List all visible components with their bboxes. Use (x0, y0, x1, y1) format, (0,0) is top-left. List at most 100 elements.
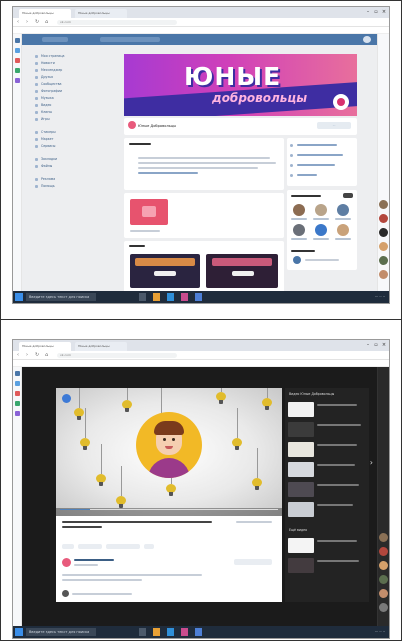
chat-avatar[interactable] (379, 256, 388, 265)
taskbar-app-icon[interactable] (167, 293, 174, 301)
menu-item[interactable]: Файлы (33, 163, 98, 170)
close-icon[interactable]: × (381, 9, 387, 15)
taskbar-app-icon[interactable] (181, 628, 188, 636)
member-avatar[interactable] (293, 224, 305, 236)
back-icon[interactable]: ‹ (17, 20, 22, 25)
sidebar-link[interactable] (297, 174, 317, 176)
more-button[interactable] (144, 544, 154, 549)
group-name[interactable]: Юные Добровольцы (138, 124, 176, 128)
browser-tab-2[interactable]: Юные добровольцы (75, 9, 127, 18)
folder-icon[interactable] (153, 293, 160, 301)
sidebar-video-thumb[interactable] (288, 502, 314, 517)
windows-start-icon[interactable] (15, 293, 23, 301)
sidepanel-icon[interactable] (15, 401, 20, 406)
like-button[interactable] (62, 544, 74, 549)
chat-avatar[interactable] (379, 603, 388, 612)
maximize-icon[interactable]: ▫ (373, 342, 379, 348)
url-field[interactable]: vk.com (57, 353, 177, 358)
chat-avatar[interactable] (379, 242, 388, 251)
comment-input[interactable] (72, 593, 132, 595)
url-field[interactable]: vk.com (57, 20, 177, 25)
menu-item[interactable]: Мессенджер (33, 67, 98, 74)
menu-item[interactable]: Клипы (33, 109, 98, 116)
taskbar-app-icon[interactable] (181, 293, 188, 301)
menu-item[interactable]: Фотографии (33, 88, 98, 95)
windows-start-icon[interactable] (15, 628, 23, 636)
video-player[interactable] (56, 388, 282, 516)
menu-item[interactable]: Игры (33, 116, 98, 123)
member-avatar[interactable] (315, 204, 327, 216)
minimize-icon[interactable]: – (365, 342, 371, 348)
sidebar-link[interactable] (297, 164, 335, 166)
menu-item[interactable]: Маркет (33, 136, 98, 143)
sidebar-video-thumb[interactable] (288, 462, 314, 477)
menu-item[interactable]: Реклама (33, 176, 98, 183)
video-watch-button[interactable] (232, 271, 254, 276)
sidepanel-icon[interactable] (15, 391, 20, 396)
menu-item[interactable]: Сервисы (33, 143, 98, 150)
menu-item[interactable]: Моя страница (33, 53, 98, 60)
taskbar-app-icon[interactable] (167, 628, 174, 636)
sidebar-video-thumb[interactable] (288, 422, 314, 437)
forward-icon[interactable]: › (26, 20, 31, 25)
sidepanel-icon[interactable] (15, 68, 20, 73)
sidebar-video-thumb[interactable] (288, 402, 314, 417)
taskbar-app-icon[interactable] (139, 628, 146, 636)
browser-taskbar-icon[interactable] (195, 293, 202, 301)
sidepanel-icon[interactable] (15, 48, 20, 53)
related-video-title[interactable] (317, 540, 357, 542)
taskbar-app-icon[interactable] (139, 293, 146, 301)
menu-item[interactable]: Друзья (33, 74, 98, 81)
folder-icon[interactable] (153, 628, 160, 636)
member-avatar[interactable] (315, 224, 327, 236)
home-icon[interactable]: ⌂ (45, 20, 50, 25)
browser-tab-2[interactable]: Юные добровольцы (75, 342, 127, 351)
subscribe-button[interactable] (234, 559, 272, 565)
chat-avatar[interactable] (379, 533, 388, 542)
forward-icon[interactable]: › (26, 353, 31, 358)
browser-tab-1[interactable]: Юные добровольцы (19, 9, 71, 18)
channel-avatar[interactable] (62, 558, 71, 567)
sidebar-video-title[interactable] (317, 504, 353, 506)
menu-item[interactable]: Сообщества (33, 81, 98, 88)
chat-avatar[interactable] (379, 228, 388, 237)
browser-tab-1[interactable]: Юные добровольцы (19, 342, 71, 351)
sidebar-link[interactable] (297, 144, 337, 146)
sidebar-video-title[interactable] (317, 464, 355, 466)
sidepanel-icon[interactable] (15, 78, 20, 83)
sidebar-video-title[interactable] (317, 484, 359, 486)
share-button[interactable] (78, 544, 102, 549)
reload-icon[interactable]: ↻ (35, 20, 40, 25)
close-icon[interactable]: × (381, 342, 387, 348)
chat-avatar[interactable] (379, 200, 388, 209)
user-avatar[interactable] (363, 36, 371, 43)
member-avatar[interactable] (337, 224, 349, 236)
maximize-icon[interactable]: ▫ (373, 9, 379, 15)
group-avatar[interactable] (128, 121, 136, 129)
sidebar-video-thumb[interactable] (288, 482, 314, 497)
sidebar-video-title[interactable] (317, 444, 357, 446)
browser-taskbar-icon[interactable] (195, 628, 202, 636)
back-icon[interactable]: ‹ (17, 353, 22, 358)
menu-item[interactable]: Новости (33, 60, 98, 67)
vk-logo[interactable] (42, 37, 68, 42)
chat-avatar[interactable] (379, 270, 388, 279)
menu-item[interactable]: Видео (33, 102, 98, 109)
home-icon[interactable]: ⌂ (45, 353, 50, 358)
related-video-thumb[interactable] (288, 558, 314, 573)
info-link[interactable] (138, 172, 198, 174)
sidepanel-vk-icon[interactable] (15, 38, 20, 43)
vk-search-input[interactable] (100, 37, 160, 42)
add-to-mine-button[interactable] (106, 544, 140, 549)
sidepanel-icon[interactable] (15, 381, 20, 386)
chat-avatar[interactable] (379, 575, 388, 584)
related-video-thumb[interactable] (288, 538, 314, 553)
related-video-title[interactable] (317, 560, 359, 562)
video-watch-button[interactable] (154, 271, 176, 276)
member-avatar[interactable] (293, 204, 305, 216)
sidebar-video-title[interactable] (317, 424, 361, 426)
menu-item[interactable]: Стикеры (33, 129, 98, 136)
chat-avatar[interactable] (379, 547, 388, 556)
taskbar-search[interactable]: Введите здесь текст для поиска (26, 293, 96, 301)
sidebar-video-thumb[interactable] (288, 442, 314, 457)
